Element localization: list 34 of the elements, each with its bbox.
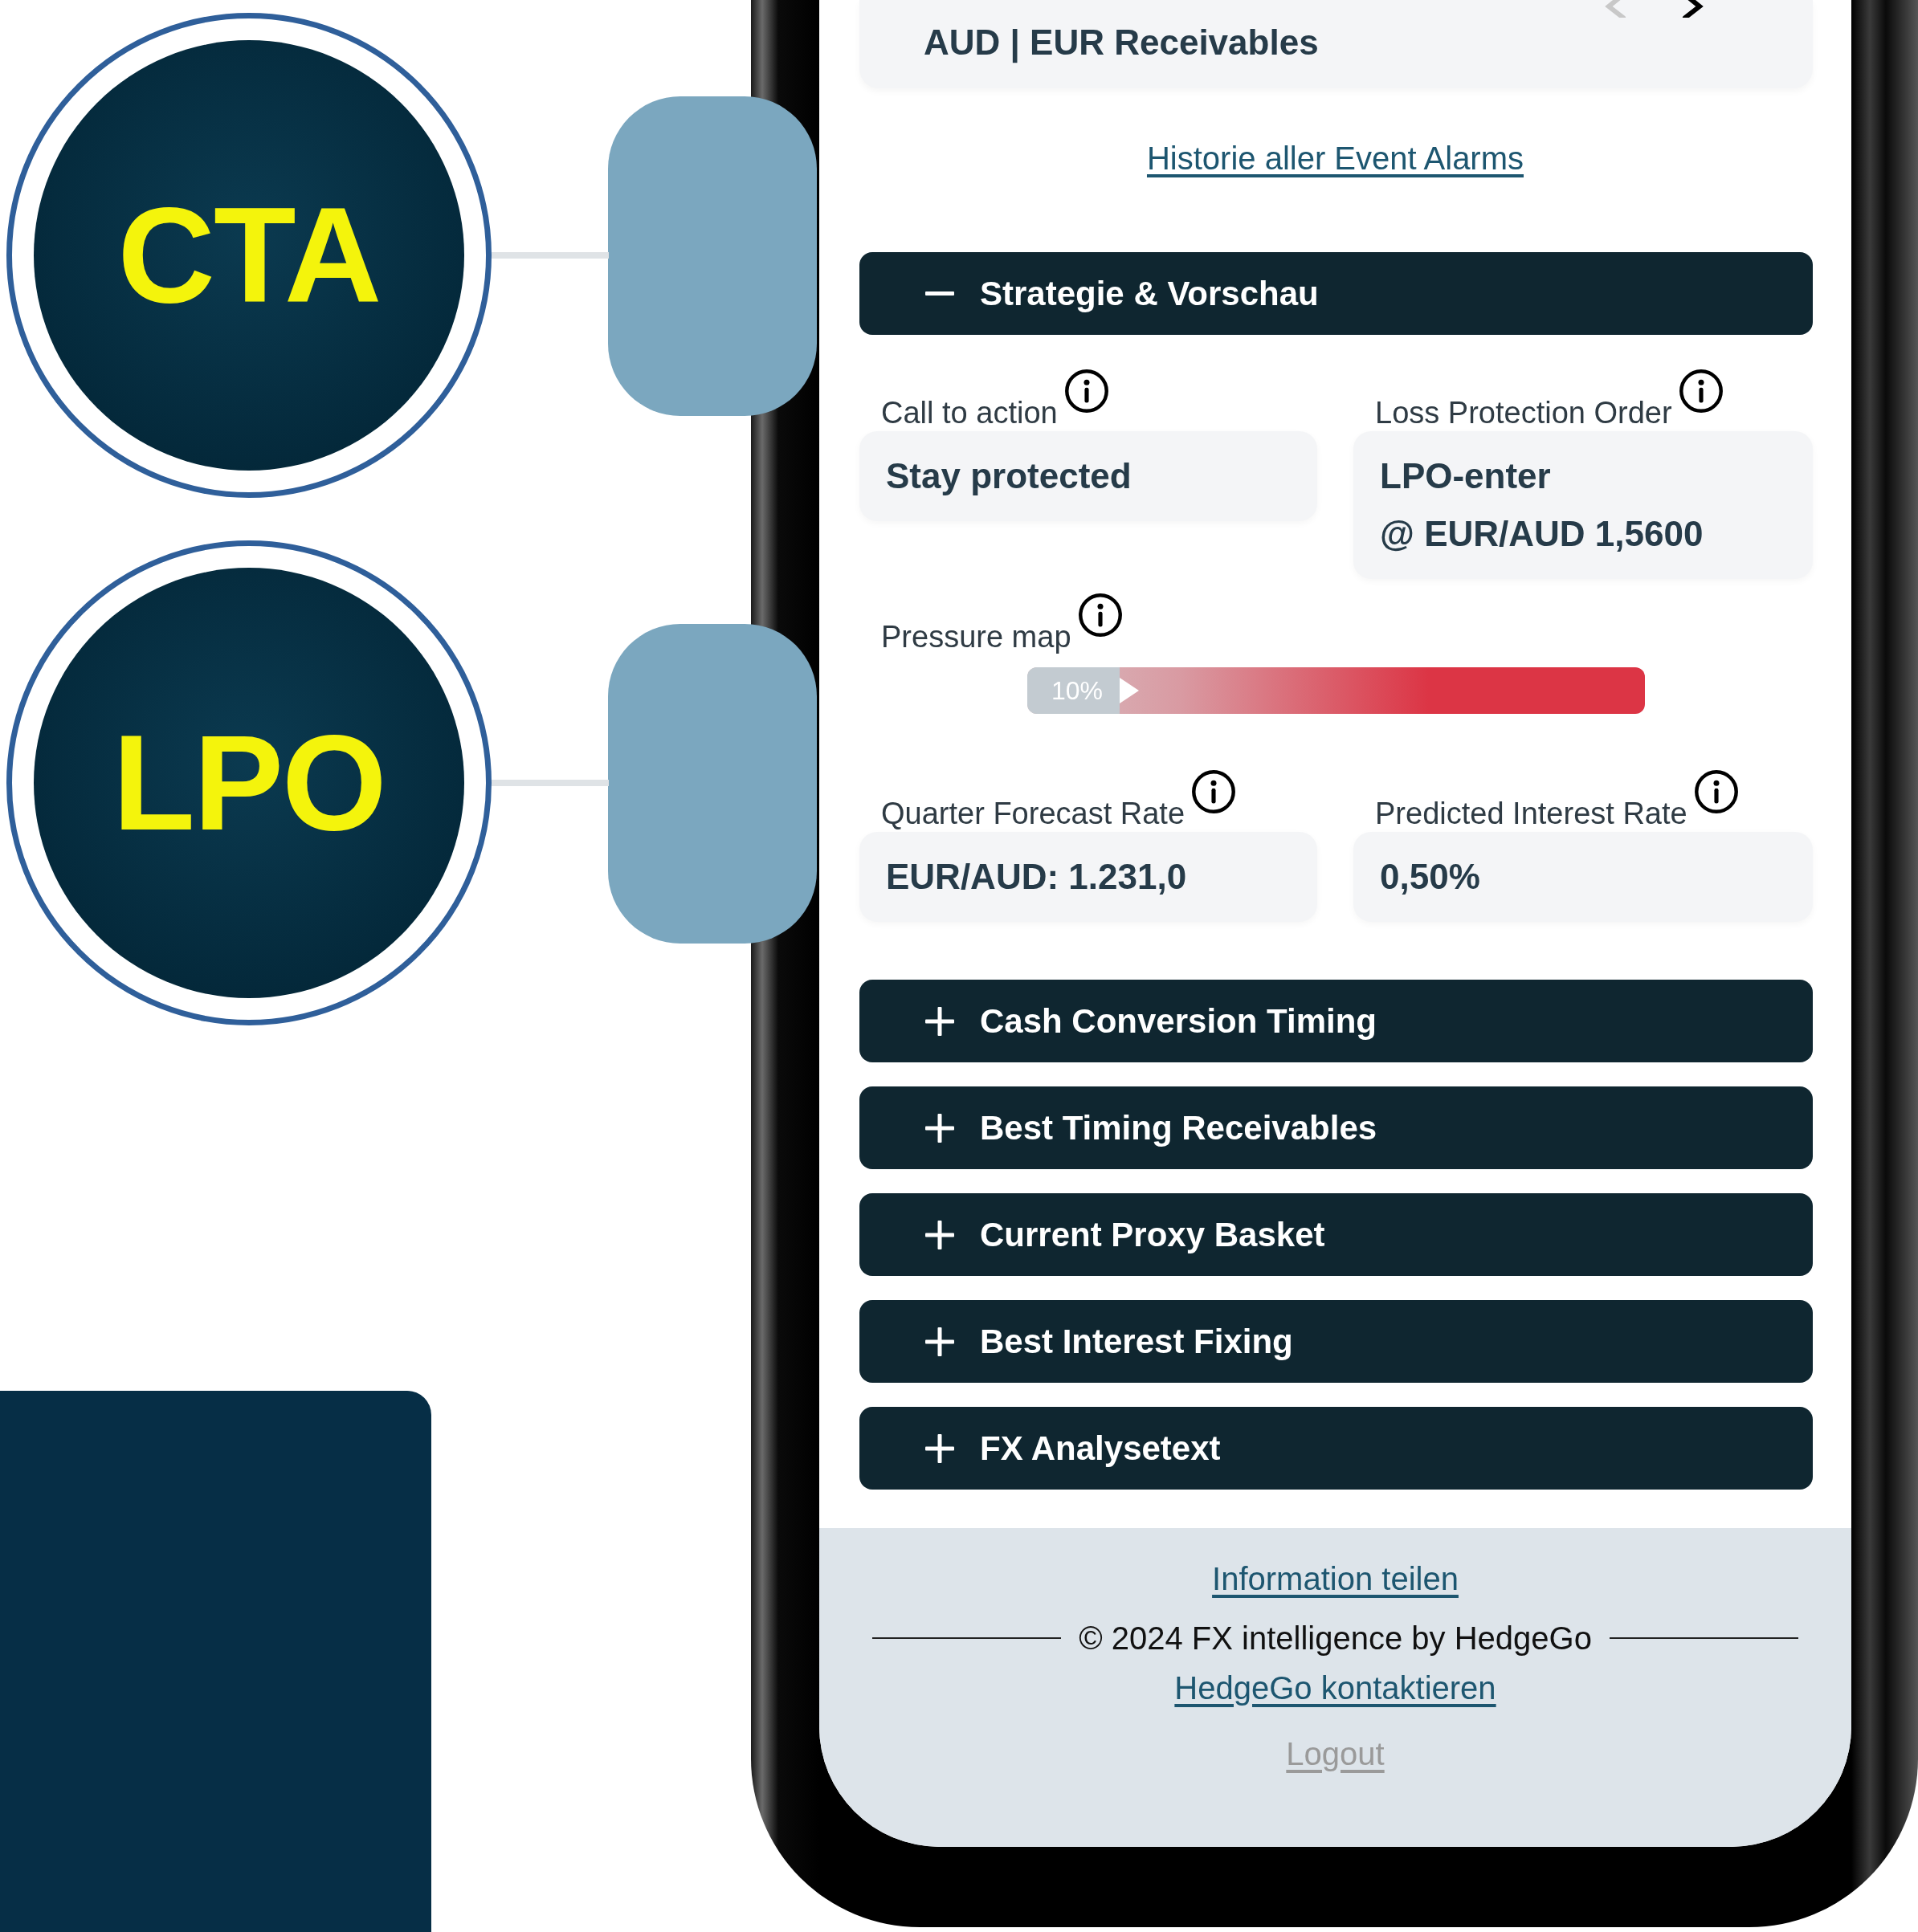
field-label: Loss Protection Order [1375,395,1672,431]
info-icon[interactable] [1678,369,1724,414]
info-icon[interactable] [1063,369,1109,414]
accordion-header[interactable]: Best Interest Fixing [859,1300,1813,1383]
contact-link[interactable]: HedgeGo kontaktieren [1174,1669,1496,1707]
accordion-header[interactable]: Current Proxy Basket [859,1193,1813,1276]
info-icon[interactable] [1077,593,1123,638]
accordion-header[interactable]: Cash Conversion Timing [859,980,1813,1062]
status-title: AUD | EUR Receivables [924,22,1319,63]
plus-icon [925,1113,954,1143]
value-field: LPO-enter @ EUR/AUD 1,5600 [1353,431,1813,579]
history-link[interactable]: Historie aller Event Alarms [1146,139,1524,177]
accordion-header[interactable]: Strategie & Vorschau [859,252,1813,335]
plus-icon [925,1433,954,1463]
badge-label: CTA [117,188,381,323]
plus-icon [925,1006,954,1036]
copyright-text: © 2024 FX intelligence by HedgeGo [1079,1620,1592,1657]
accordion-header[interactable]: FX Analysetext [859,1407,1813,1490]
field-label: Predicted Interest Rate [1375,796,1687,832]
value-field: Stay protected [859,431,1317,521]
field-label: Quarter Forecast Rate [881,796,1185,832]
plus-icon [925,1220,954,1249]
meter-label: Pressure map [881,619,1071,655]
plus-icon [925,1327,954,1356]
accordion-header[interactable]: Best Timing Receivables [859,1086,1813,1169]
minus-icon [925,291,954,296]
meter-reading: 10% [1051,675,1104,706]
info-icon[interactable] [1693,769,1739,814]
badge-label: LPO [112,715,386,850]
info-icon[interactable] [1191,769,1237,814]
value-field: 0,50% [1353,832,1813,922]
value-field: EUR/AUD: 1.231,0 [859,832,1317,922]
share-link[interactable]: Information teilen [1212,1559,1459,1598]
field-label: Call to action [881,395,1058,431]
